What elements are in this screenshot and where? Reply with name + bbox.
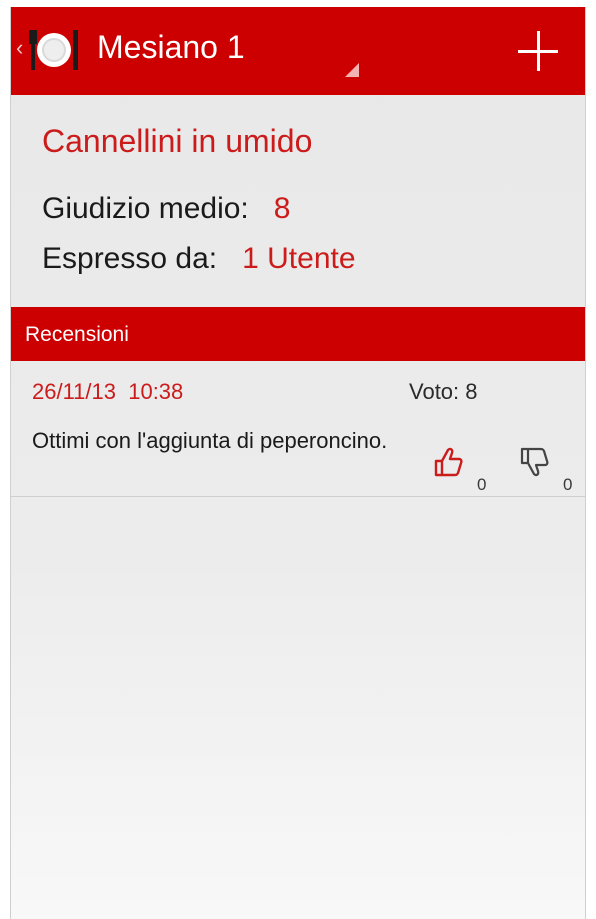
dislikes-count: 0 — [563, 475, 573, 494]
review-text: Ottimi con l'aggiunta di peperoncino. — [32, 428, 388, 453]
up-caret-icon[interactable]: ‹ — [16, 37, 23, 59]
likes-count: 0 — [477, 475, 487, 494]
thumbs-up-icon[interactable] — [433, 446, 463, 478]
action-bar: ‹ Mesiano 1 — [11, 7, 585, 95]
spinner-indicator-icon[interactable] — [345, 63, 359, 77]
review-vote: Voto: 8 — [409, 379, 478, 404]
rated-by-value: 1 Utente — [242, 242, 356, 275]
reviews-section-label: Recensioni — [25, 323, 129, 346]
thumbs-down-icon[interactable] — [519, 446, 549, 478]
average-rating-label: Giudizio medio: — [42, 192, 249, 225]
dish-name: Cannellini in umido — [42, 123, 313, 159]
rated-by-label: Espresso da: — [42, 242, 218, 275]
average-rating-row: Giudizio medio: 8 — [42, 190, 290, 228]
plus-icon[interactable] — [516, 29, 560, 73]
average-rating-value: 8 — [273, 192, 291, 225]
rated-by-row: Espresso da: 1 Utente — [42, 240, 356, 278]
list-item[interactable]: 26/11/13 10:38 Voto: 8 Ottimi con l'aggi… — [11, 361, 585, 497]
review-date: 26/11/13 10:38 — [32, 379, 184, 404]
app-screen: ‹ Mesiano 1 Cannellini in umido Giudizio… — [10, 7, 586, 919]
plate-cutlery-icon[interactable] — [29, 27, 79, 73]
reviews-section-header: Recensioni — [11, 307, 585, 361]
location-title[interactable]: Mesiano 1 — [97, 27, 245, 67]
